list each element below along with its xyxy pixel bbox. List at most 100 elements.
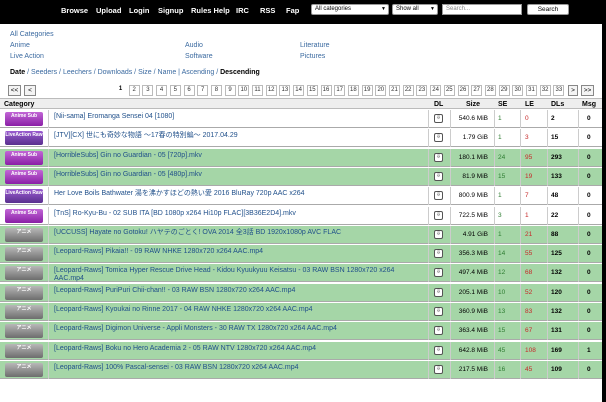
torrent-name-link[interactable]: [Leopard-Raws] Boku no Hero Academia 2 -… [54,345,424,353]
header-category[interactable]: Category [4,101,34,108]
torrent-name-link[interactable]: [HorribleSubs] Gin no Guardian - 05 [480… [54,171,424,179]
page-number[interactable]: 32 [539,85,551,96]
torrent-name-link[interactable]: [Leopard-Raws] 100% Pascal-sensei - 03 R… [54,364,424,372]
page-number[interactable]: 13 [279,85,291,96]
page-number[interactable]: 33 [553,85,565,96]
page-number[interactable]: 23 [416,85,428,96]
message-count[interactable]: 0 [587,212,591,219]
nav-irc[interactable]: IRC [236,6,249,15]
torrent-name-link[interactable]: [HorribleSubs] Gin no Guardian - 05 [720… [54,152,424,160]
sort-size[interactable]: Size [138,69,152,76]
page-number[interactable]: 19 [361,85,373,96]
page-number[interactable]: 31 [526,85,537,96]
page-number[interactable]: 20 [375,85,387,96]
message-count[interactable]: 0 [587,308,591,315]
nav-rules-help[interactable]: Rules Help [191,6,230,15]
page-number[interactable]: 21 [389,85,400,96]
torrent-name-link[interactable]: [TnS] Ro-Kyu-Bu - 02 SUB ITA [BD 1080p x… [54,210,424,218]
page-number[interactable]: 5 [169,85,181,96]
category-badge[interactable]: アニメ [5,362,43,377]
message-count[interactable]: 0 [587,173,591,180]
filter-select[interactable]: Show all ▼ [392,4,438,15]
category-badge[interactable]: Anime Sub [5,208,43,223]
message-count[interactable]: 0 [587,269,591,276]
page-number[interactable]: 30 [512,85,524,96]
header-dls[interactable]: DLs [551,101,564,108]
sort-name[interactable]: Name [158,69,177,76]
download-icon[interactable]: ⇩ [434,152,443,162]
download-icon[interactable]: ⇩ [434,326,443,336]
download-icon[interactable]: ⇩ [434,133,443,143]
header-size[interactable]: Size [466,101,480,108]
sort-downloads[interactable]: Downloads [98,69,133,76]
category-badge[interactable]: LiveAction Raw [5,131,43,146]
message-count[interactable]: 0 [587,366,591,373]
last-page-button[interactable]: >> [581,85,594,96]
next-page-button[interactable]: > [568,85,578,96]
category-software[interactable]: Software [185,53,213,60]
page-number[interactable]: 15 [306,85,318,96]
download-icon[interactable]: ⇩ [434,210,443,220]
prev-page-button[interactable]: < [24,85,36,96]
nav-rss[interactable]: RSS [260,6,275,15]
torrent-name-link[interactable]: [Leopard-Raws] Kyoukai no Rinne 2017 - 0… [54,306,424,314]
nav-login[interactable]: Login [129,6,149,15]
page-number[interactable]: 27 [471,85,483,96]
header-le[interactable]: LE [525,101,534,108]
page-number[interactable]: 8 [210,85,222,96]
sort-leechers[interactable]: Leechers [63,69,92,76]
category-badge[interactable]: Anime Sub [5,169,43,184]
category-badge[interactable]: アニメ [5,285,43,300]
download-icon[interactable]: ⇩ [434,249,443,259]
page-number[interactable]: 24 [430,85,442,96]
page-number[interactable]: 9 [224,85,236,96]
message-count[interactable]: 0 [587,154,591,161]
category-all[interactable]: All Categories [10,31,54,38]
page-number[interactable]: 6 [183,85,195,96]
download-icon[interactable]: ⇩ [434,114,443,123]
message-count[interactable]: 0 [587,134,591,141]
torrent-name-link[interactable]: [JTV][CX] 世にも奇妙な物語 ～17春の特別編～ 2017.04.29 [54,132,424,140]
download-icon[interactable]: ⇩ [434,345,443,355]
torrent-name-link[interactable]: Her Love Boils Bathwater 湯を沸かすほどの熱い愛 201… [54,190,424,198]
page-number[interactable]: 12 [265,85,277,96]
category-badge[interactable]: アニメ [5,247,43,262]
download-icon[interactable]: ⇩ [434,171,443,181]
message-count[interactable]: 0 [587,192,591,199]
torrent-name-link[interactable]: [UCCUSS] Hayate no Gotoku! ハヤテのごとく! OVA … [54,229,424,237]
nav-fap[interactable]: Fap [286,6,299,15]
category-pictures[interactable]: Pictures [300,53,325,60]
page-number[interactable]: 22 [402,85,414,96]
message-count[interactable]: 0 [587,231,591,238]
page-number[interactable]: 29 [498,85,510,96]
torrent-name-link[interactable]: [Leopard-Raws] Digimon Universe - Appli … [54,325,424,333]
search-button[interactable]: Search [527,4,569,15]
page-number[interactable]: 25 [443,85,455,96]
category-anime[interactable]: Anime [10,42,30,49]
nav-browse[interactable]: Browse [61,6,88,15]
search-input[interactable]: Search... [442,4,522,15]
torrent-name-link[interactable]: [Leopard-Raws] PuriPuri Chii-chan!! - 03… [54,287,424,295]
category-audio[interactable]: Audio [185,42,203,49]
message-count[interactable]: 1 [587,347,591,354]
download-icon[interactable]: ⇩ [434,229,443,239]
page-number[interactable]: 28 [484,85,496,96]
page-number[interactable]: 3 [142,85,154,96]
torrent-name-link[interactable]: [Leopard-Raws] Tomica Hyper Rescue Drive… [54,267,424,283]
sort-date[interactable]: Date [10,69,25,76]
page-number[interactable]: 7 [197,85,209,96]
page-number[interactable]: 10 [238,85,250,96]
torrent-name-link[interactable]: [Leopard-Raws] Pikaia!! - 09 RAW NHKE 12… [54,248,424,256]
download-icon[interactable]: ⇩ [434,287,443,297]
header-se[interactable]: SE [498,101,507,108]
category-badge[interactable]: Anime Sub [5,112,43,126]
download-icon[interactable]: ⇩ [434,364,443,374]
download-icon[interactable]: ⇩ [434,268,443,278]
page-number[interactable]: 17 [334,85,346,96]
message-count[interactable]: 0 [587,115,591,122]
category-literature[interactable]: Literature [300,42,330,49]
category-badge[interactable]: アニメ [5,343,43,358]
page-number[interactable]: 11 [252,85,263,96]
message-count[interactable]: 0 [587,250,591,257]
page-number[interactable]: 18 [347,85,359,96]
